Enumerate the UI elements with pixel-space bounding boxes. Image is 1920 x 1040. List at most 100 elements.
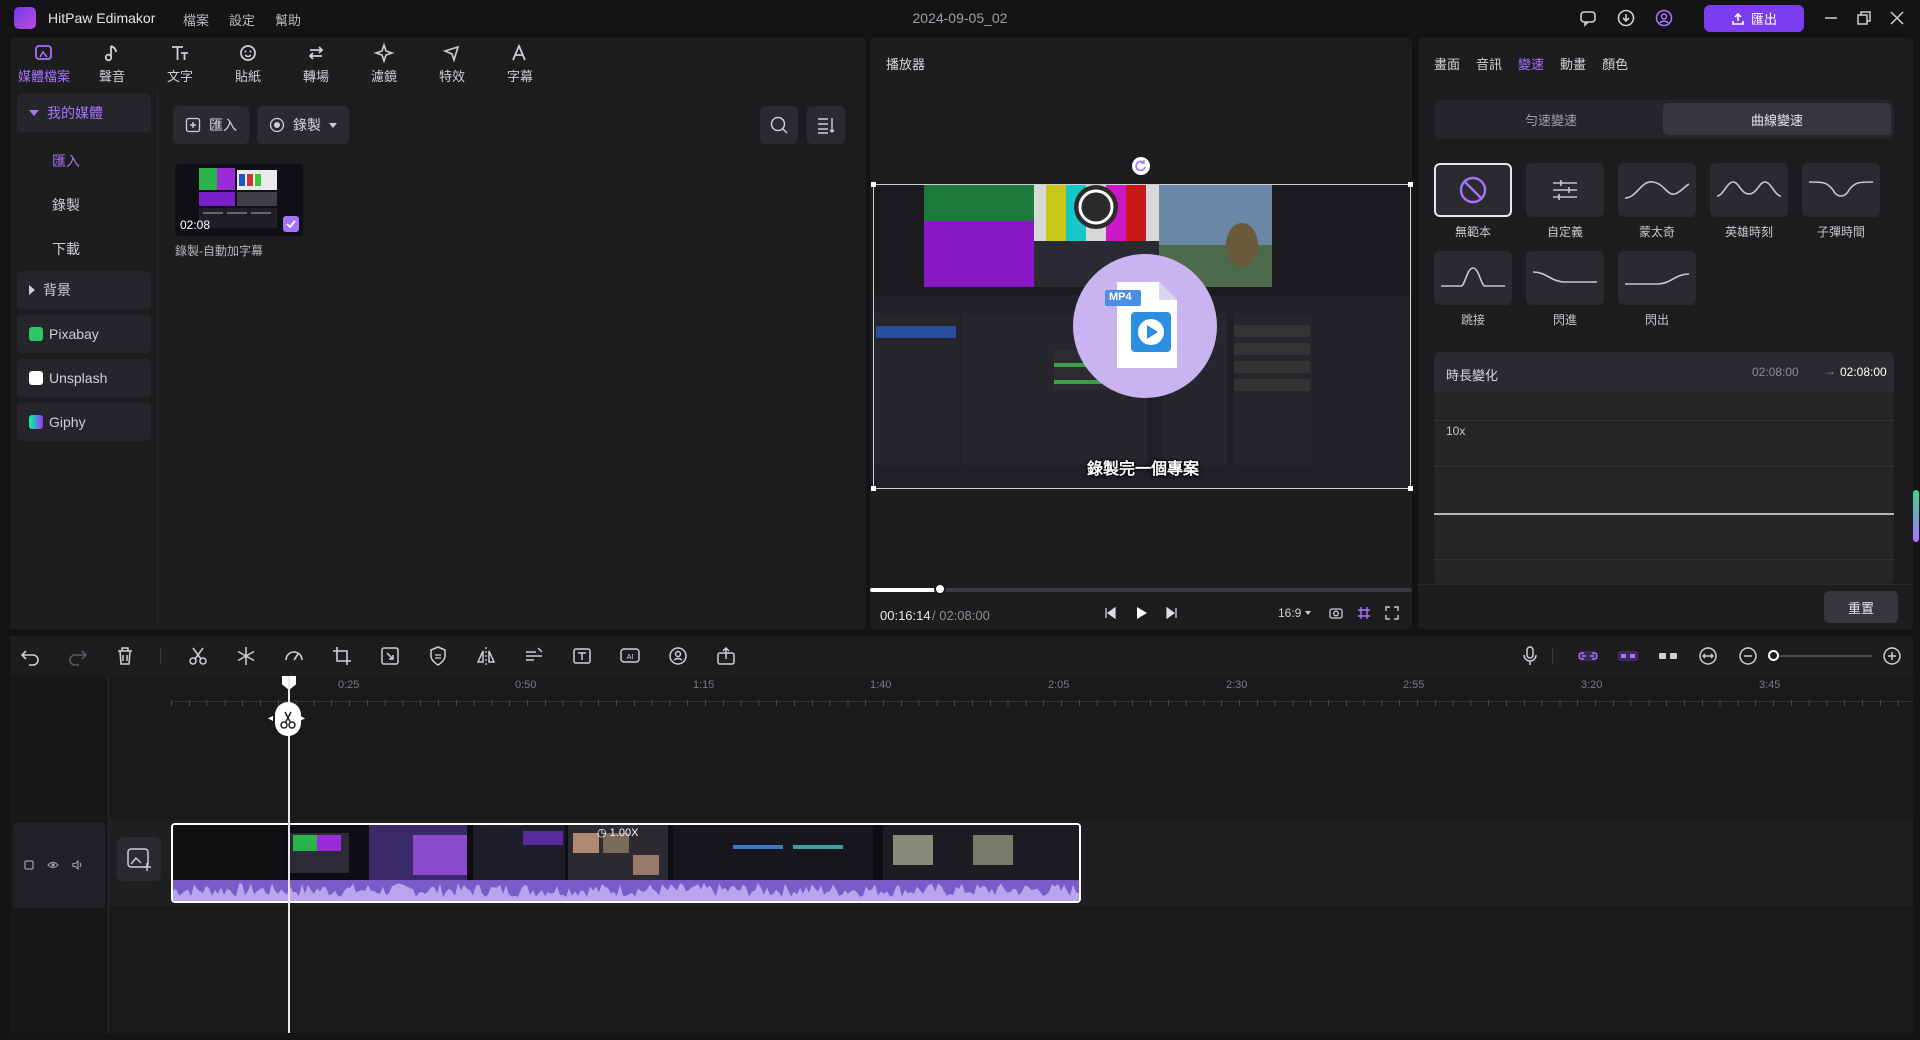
sidebar-unsplash[interactable]: Unsplash	[17, 359, 151, 397]
download-icon[interactable]	[1616, 8, 1636, 28]
tab-animation[interactable]: 動畫	[1560, 54, 1586, 73]
redo-icon[interactable]	[66, 644, 90, 668]
speed-curve-line[interactable]	[1434, 513, 1894, 515]
curve-speed-option[interactable]: 曲線變速	[1663, 103, 1891, 135]
preset-none[interactable]: 無範本	[1434, 163, 1512, 240]
ai-icon[interactable]: AI	[618, 644, 642, 668]
mirror-icon[interactable]	[474, 644, 498, 668]
preset-flash-in[interactable]: 閃進	[1526, 251, 1604, 328]
resize-handle[interactable]	[1408, 486, 1413, 491]
sidebar-item-import[interactable]: 匯入	[52, 151, 80, 171]
plus-square-icon	[185, 117, 201, 133]
tab-color[interactable]: 顏色	[1602, 54, 1628, 73]
audio-wave-icon[interactable]	[522, 644, 546, 668]
undo-icon[interactable]	[18, 644, 42, 668]
freeze-icon[interactable]	[234, 644, 258, 668]
export-button[interactable]: 匯出	[1704, 5, 1804, 32]
scrollbar[interactable]	[1913, 490, 1919, 542]
grid-icon[interactable]	[1356, 605, 1372, 621]
tab-speed[interactable]: 變速	[1518, 54, 1544, 73]
microphone-icon[interactable]	[1518, 644, 1542, 668]
add-cover-button[interactable]	[117, 837, 161, 881]
video-subtitle[interactable]: 錄製完一個專案	[874, 455, 1410, 479]
progress-knob[interactable]	[934, 583, 947, 595]
sidebar-my-media[interactable]: 我的媒體	[17, 94, 151, 132]
visibility-eye-icon[interactable]	[47, 859, 59, 871]
feedback-icon[interactable]	[1578, 8, 1598, 28]
speed-icon[interactable]	[282, 644, 306, 668]
split-view-icon[interactable]	[1656, 644, 1680, 668]
preset-montage[interactable]: 蒙太奇	[1618, 163, 1696, 240]
sidebar-background[interactable]: 背景	[17, 271, 151, 309]
zoom-slider-knob[interactable]	[1768, 650, 1779, 661]
reset-button[interactable]: 重置	[1824, 591, 1898, 623]
tab-text[interactable]: 文字	[146, 38, 214, 88]
timeline-panel: AI 0:25 0:50 1:15 1:40 2:05 2:30 2:55 3:…	[10, 636, 1913, 1033]
tab-media[interactable]: 媒體檔案	[10, 38, 78, 88]
playback-progress[interactable]	[870, 588, 1412, 592]
preset-bullet-time[interactable]: 子彈時間	[1802, 163, 1880, 240]
export-clip-icon[interactable]	[714, 644, 738, 668]
search-button[interactable]	[760, 106, 798, 144]
prev-frame-icon[interactable]	[1102, 605, 1118, 621]
preset-flash-out[interactable]: 閃出	[1618, 251, 1696, 328]
resize-handle[interactable]	[871, 182, 876, 187]
preset-hero[interactable]: 英雄時刻	[1710, 163, 1788, 240]
sort-button[interactable]	[807, 106, 845, 144]
face-icon[interactable]	[666, 644, 690, 668]
shield-icon[interactable]	[426, 644, 450, 668]
video-clip[interactable]: ◷ 1.00X	[171, 823, 1081, 903]
uniform-speed-option[interactable]: 勻速變速	[1437, 103, 1665, 135]
sidebar-item-record[interactable]: 錄製	[52, 195, 80, 215]
minimize-icon[interactable]	[1820, 7, 1842, 29]
resize-handle[interactable]	[871, 486, 876, 491]
sidebar-pixabay[interactable]: Pixabay	[17, 315, 151, 353]
next-frame-icon[interactable]	[1164, 605, 1180, 621]
magnet-icon[interactable]	[1616, 644, 1640, 668]
filter-icon	[373, 42, 395, 64]
split-at-playhead-button[interactable]	[275, 702, 301, 736]
tab-audio-props[interactable]: 音訊	[1476, 54, 1502, 73]
sort-list-icon	[818, 118, 835, 134]
tab-transition[interactable]: 轉場	[282, 38, 350, 88]
delete-icon[interactable]	[113, 644, 137, 668]
sidebar-item-download[interactable]: 下載	[52, 239, 80, 259]
split-icon[interactable]	[186, 644, 210, 668]
video-preview[interactable]: MP4 錄製完一個專案	[873, 184, 1411, 489]
tab-audio[interactable]: 聲音	[78, 38, 146, 88]
zoom-out-icon[interactable]	[1736, 644, 1760, 668]
zoom-slider[interactable]	[1772, 655, 1872, 657]
track-audio-icon[interactable]	[71, 859, 83, 871]
text-box-icon[interactable]	[570, 644, 594, 668]
record-button[interactable]: 錄製	[257, 106, 349, 144]
link-icon[interactable]	[1576, 644, 1600, 668]
fullscreen-icon[interactable]	[1384, 605, 1400, 621]
tab-filter[interactable]: 濾鏡	[350, 38, 418, 88]
preset-jump-cut[interactable]: 跳接	[1434, 251, 1512, 328]
play-icon[interactable]	[1132, 604, 1150, 622]
menu-settings[interactable]: 設定	[229, 10, 255, 29]
tab-sticker[interactable]: 貼紙	[214, 38, 282, 88]
tab-picture[interactable]: 畫面	[1434, 54, 1460, 73]
account-icon[interactable]	[1654, 8, 1674, 28]
fit-width-icon[interactable]	[1696, 644, 1720, 668]
menu-file[interactable]: 檔案	[183, 10, 209, 29]
preset-custom[interactable]: 自定義	[1526, 163, 1604, 240]
aspect-ratio-select[interactable]: 16:9	[1278, 606, 1312, 620]
resize-handle[interactable]	[1408, 182, 1413, 187]
selected-check-icon[interactable]	[283, 216, 299, 232]
crop-icon[interactable]	[330, 644, 354, 668]
speed-curve-editor[interactable]: 時長變化 02:08:00 → 02:08:00 10x	[1434, 352, 1894, 584]
close-icon[interactable]	[1886, 7, 1908, 29]
import-button[interactable]: 匯入	[173, 106, 249, 144]
zoom-in-icon[interactable]	[1880, 644, 1904, 668]
snapshot-icon[interactable]	[1328, 605, 1344, 621]
sidebar-giphy[interactable]: Giphy	[17, 403, 151, 441]
restore-icon[interactable]	[1853, 7, 1875, 29]
tab-effects[interactable]: 特效	[418, 38, 486, 88]
rotate-handle-icon[interactable]	[1132, 157, 1150, 175]
tab-subtitle[interactable]: 字幕	[486, 38, 554, 88]
menu-help[interactable]: 幫助	[275, 10, 301, 29]
resize-icon[interactable]	[378, 644, 402, 668]
media-thumbnail[interactable]: 02:08	[175, 164, 303, 236]
